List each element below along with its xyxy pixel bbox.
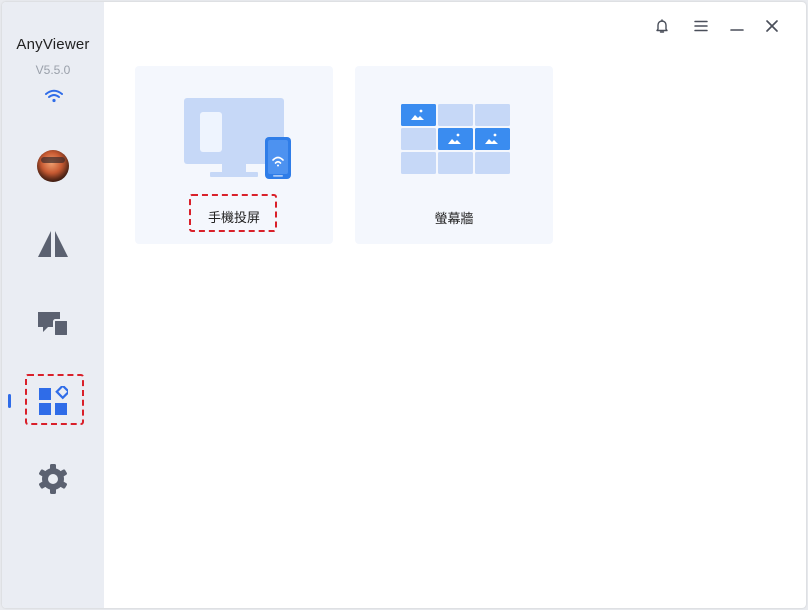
sidebar-item-account[interactable] bbox=[24, 141, 82, 191]
active-indicator bbox=[8, 394, 11, 408]
notification-button[interactable] bbox=[652, 16, 672, 36]
minimize-icon bbox=[730, 29, 744, 31]
highlight-tools bbox=[25, 374, 84, 425]
highlight-phone-mirroring bbox=[189, 194, 277, 232]
app-title: AnyViewer bbox=[16, 36, 90, 53]
sidebar: AnyViewer V5.5.0 bbox=[2, 2, 104, 608]
screen-wall-icon bbox=[401, 104, 510, 174]
connect-icon bbox=[38, 231, 68, 257]
app-window: AnyViewer V5.5.0 手機投屏 螢幕牆 bbox=[2, 2, 806, 608]
card-label: 螢幕牆 bbox=[434, 211, 474, 226]
card-screen-wall[interactable]: 螢幕牆 bbox=[355, 66, 553, 244]
close-button[interactable] bbox=[762, 16, 782, 36]
bell-icon bbox=[656, 19, 668, 33]
menu-button[interactable] bbox=[691, 16, 711, 36]
title-controls bbox=[652, 16, 792, 36]
app-version: V5.5.0 bbox=[35, 63, 71, 77]
avatar bbox=[37, 150, 69, 182]
wifi-icon bbox=[45, 89, 63, 103]
gear-icon bbox=[39, 464, 67, 494]
minimize-button[interactable] bbox=[727, 16, 747, 36]
devices-icon bbox=[38, 312, 69, 337]
menu-icon bbox=[694, 20, 708, 32]
sidebar-item-connect[interactable] bbox=[24, 219, 82, 269]
phone-mirroring-icon bbox=[184, 98, 291, 179]
sidebar-item-settings[interactable] bbox=[24, 454, 82, 504]
sidebar-item-devices[interactable] bbox=[24, 298, 82, 348]
close-icon bbox=[766, 20, 778, 32]
